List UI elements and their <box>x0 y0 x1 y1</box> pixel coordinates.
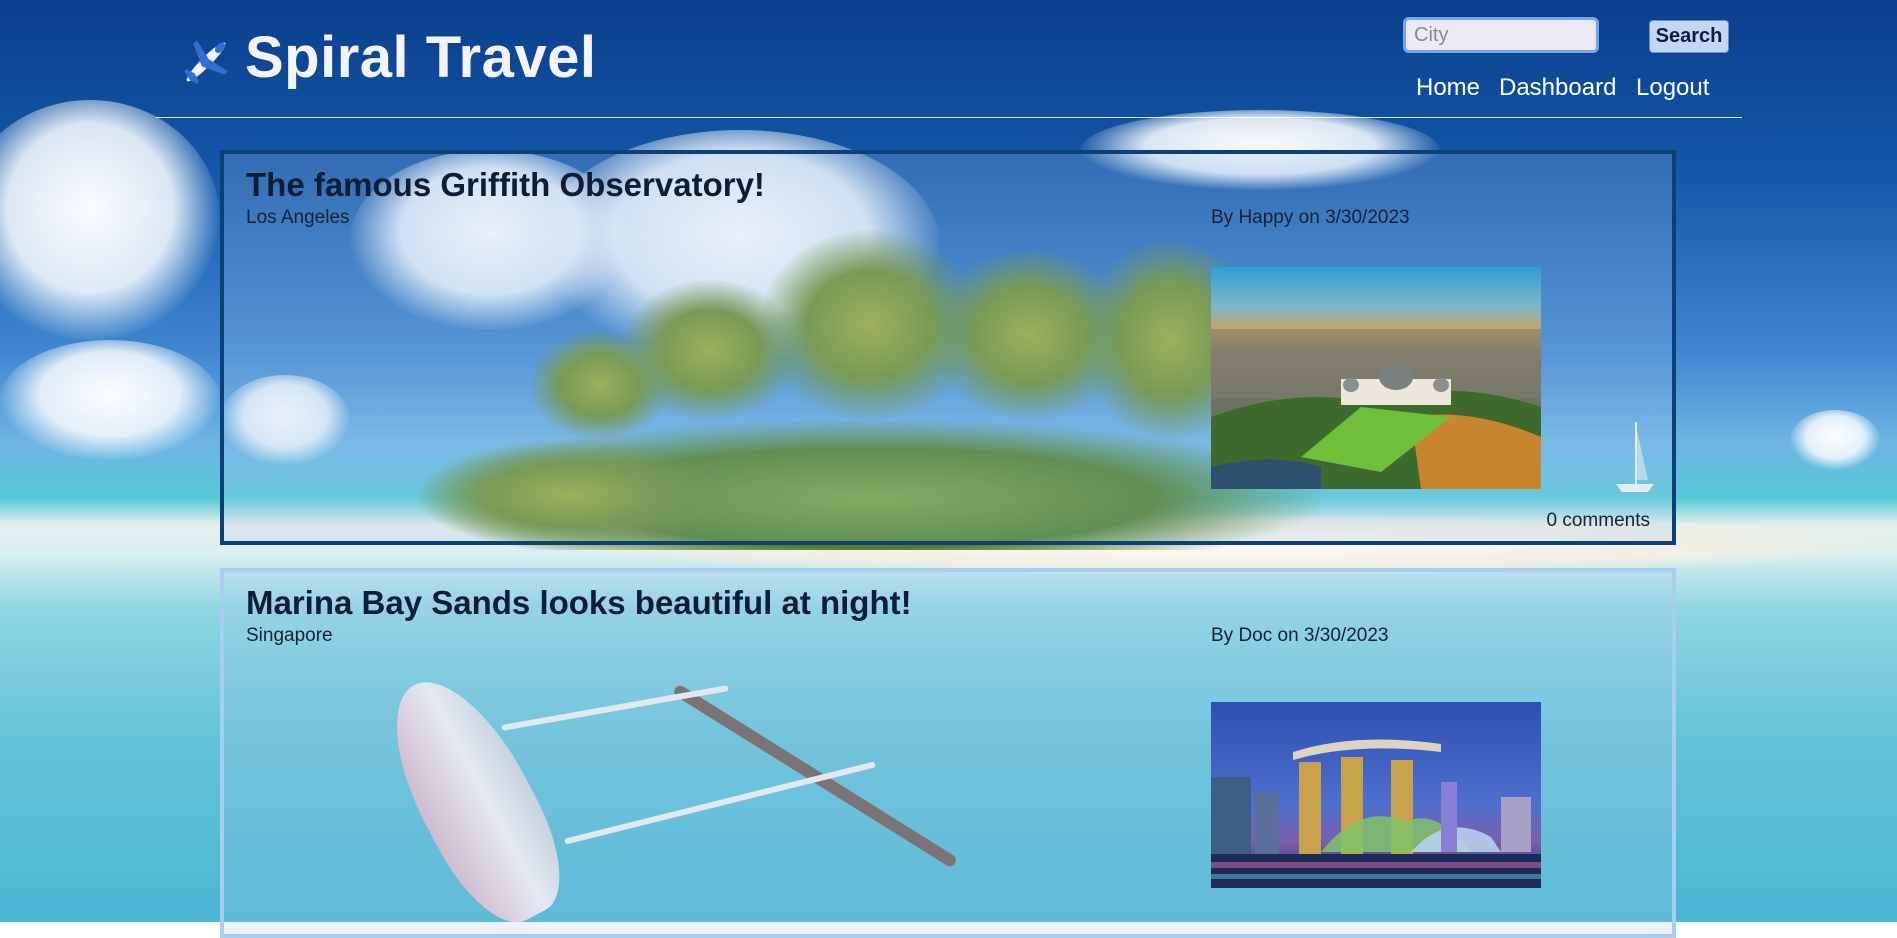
cloud <box>1790 410 1880 470</box>
city-search-input[interactable] <box>1403 17 1599 53</box>
search-button[interactable]: Search <box>1649 20 1729 53</box>
post-title[interactable]: The famous Griffith Observatory! <box>246 166 765 204</box>
post-card: Marina Bay Sands looks beautiful at nigh… <box>220 568 1676 938</box>
nav-home-link[interactable]: Home <box>1416 74 1480 102</box>
marina-bay-sands-photo <box>1211 702 1541 888</box>
post-title[interactable]: Marina Bay Sands looks beautiful at nigh… <box>246 584 912 622</box>
post-comments-count[interactable]: 0 comments <box>1547 510 1650 532</box>
cloud <box>0 340 220 460</box>
nav-dashboard-link[interactable]: Dashboard <box>1499 74 1616 102</box>
brand-title[interactable]: Spiral Travel <box>245 24 596 91</box>
post-city: Los Angeles <box>246 207 350 228</box>
cloud <box>0 100 220 340</box>
post-byline: By Doc on 3/30/2023 <box>1211 625 1389 646</box>
site-header: Spiral Travel Search Home Dashboard Logo… <box>156 0 1742 118</box>
griffith-observatory-photo <box>1211 267 1541 489</box>
post-card: The famous Griffith Observatory! Los Ang… <box>220 150 1676 545</box>
post-city: Singapore <box>246 625 333 646</box>
post-byline: By Happy on 3/30/2023 <box>1211 207 1410 228</box>
airplane-icon <box>184 40 228 84</box>
nav-logout-link[interactable]: Logout <box>1636 74 1709 102</box>
